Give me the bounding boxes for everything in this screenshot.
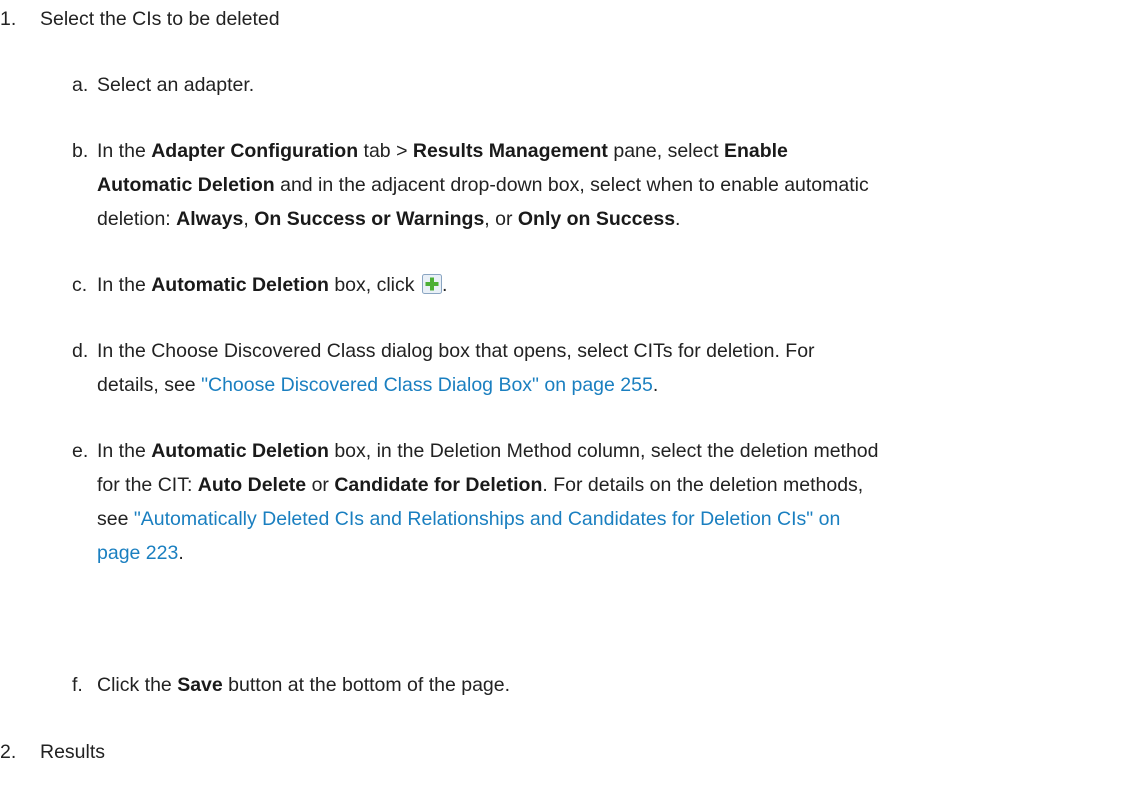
substep-e: e. In the Automatic Deletion box, in the… <box>72 434 1132 570</box>
substep-text: In the Automatic Deletion box, click . <box>97 274 448 296</box>
choose-discovered-class-link[interactable]: "Choose Discovered Class Dialog Box" on … <box>201 374 653 396</box>
substep-letter: b. <box>72 140 89 162</box>
line: for the CIT: Auto Delete or Candidate fo… <box>97 474 864 496</box>
page-223-link[interactable]: page 223 <box>97 542 178 564</box>
step-number: 1. <box>0 8 17 30</box>
line: details, see "Choose Discovered Class Di… <box>97 374 659 396</box>
line: page 223. <box>97 542 184 564</box>
line: In the Choose Discovered Class dialog bo… <box>97 340 815 362</box>
line: In the Adapter Configuration tab > Resul… <box>97 140 788 162</box>
substep-letter: d. <box>72 340 89 362</box>
substep-letter: f. <box>72 674 83 696</box>
substep-text: Click the Save button at the bottom of t… <box>97 674 511 696</box>
substep-letter: a. <box>72 74 89 96</box>
substep-text: In the Adapter Configuration tab > Resul… <box>97 134 1132 236</box>
line: In the Automatic Deletion box, in the De… <box>97 440 879 462</box>
line: see "Automatically Deleted CIs and Relat… <box>97 508 841 530</box>
substep-b: b. In the Adapter Configuration tab > Re… <box>72 134 1132 236</box>
substep-text: Select an adapter. <box>97 74 255 96</box>
step-text: Select the CIs to be deleted <box>40 8 280 30</box>
line: Automatic Deletion and in the adjacent d… <box>97 174 869 196</box>
substep-c: c. In the Automatic Deletion box, click … <box>72 268 1132 302</box>
substep-f: f. Click the Save button at the bottom o… <box>72 668 1132 702</box>
automatically-deleted-cis-link[interactable]: "Automatically Deleted CIs and Relations… <box>134 508 840 530</box>
substep-letter: e. <box>72 440 89 462</box>
add-plus-icon[interactable] <box>421 274 442 294</box>
line: deletion: Always, On Success or Warnings… <box>97 208 681 230</box>
step-number: 2. <box>0 741 17 763</box>
substep-text: In the Choose Discovered Class dialog bo… <box>97 334 1132 402</box>
substep-d: d. In the Choose Discovered Class dialog… <box>72 334 1132 402</box>
substep-a: a. Select an adapter. <box>72 68 1132 102</box>
substep-letter: c. <box>72 274 88 296</box>
step-text: Results <box>40 741 106 763</box>
substep-text: In the Automatic Deletion box, in the De… <box>97 434 1132 570</box>
